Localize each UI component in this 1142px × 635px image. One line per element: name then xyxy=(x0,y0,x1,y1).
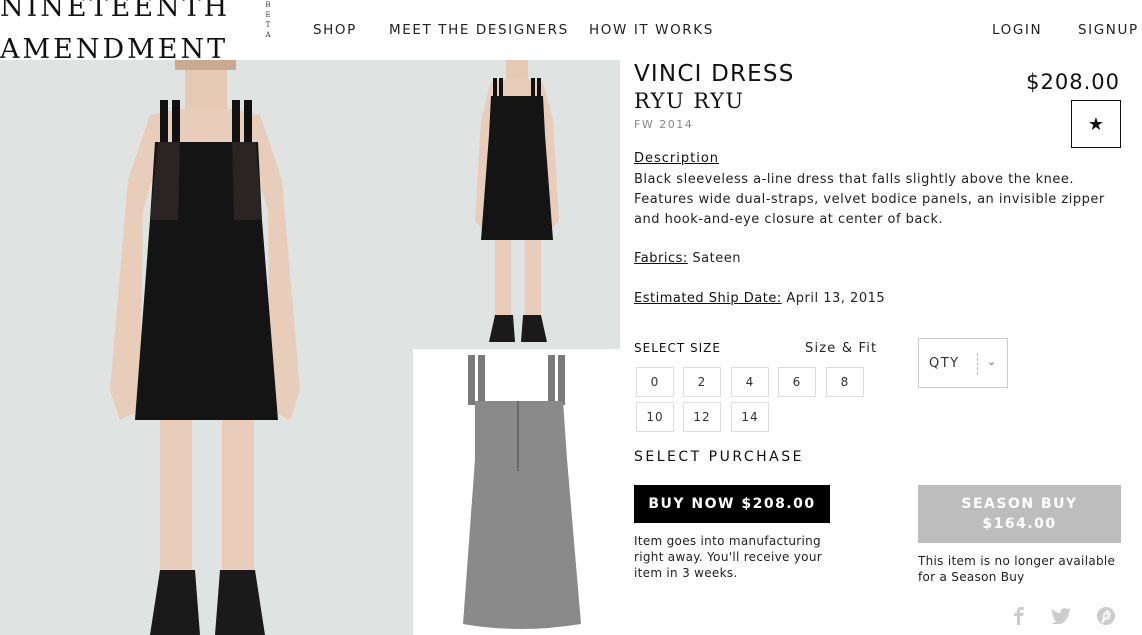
select-size-label: SELECT SIZE xyxy=(634,341,721,355)
star-icon: ★ xyxy=(1087,113,1105,135)
nav-meet-designers[interactable]: MEET THE DESIGNERS xyxy=(389,22,569,38)
nav-login[interactable]: LOGIN xyxy=(992,22,1042,38)
buy-now-note: Item goes into manufacturing right away.… xyxy=(634,534,822,580)
qty-select[interactable]: QTY ⌄ xyxy=(918,338,1008,388)
brand-logo[interactable]: NINETEENTH AMENDMENT BETA xyxy=(0,0,272,60)
facebook-icon[interactable] xyxy=(1009,606,1029,626)
product-price: $208.00 xyxy=(1026,70,1120,94)
size-option-14[interactable]: 14 xyxy=(731,402,769,432)
nav-signup[interactable]: SIGNUP xyxy=(1078,22,1139,38)
qty-label: QTY xyxy=(929,355,960,371)
nav-login-link[interactable]: LOGIN xyxy=(992,22,1042,38)
size-option-2[interactable]: 2 xyxy=(683,367,721,397)
dress-back-view xyxy=(463,355,581,629)
brand-logo-line2: AMENDMENT xyxy=(0,34,229,60)
fabrics-value: Sateen xyxy=(692,251,741,266)
nav-how-link[interactable]: HOW IT WORKS xyxy=(589,22,714,38)
beta-badge: BETA xyxy=(265,1,271,39)
product-designer[interactable]: RYU RYU xyxy=(634,89,745,113)
nav-designers-link[interactable]: MEET THE DESIGNERS xyxy=(389,22,569,38)
brand-logo-line1: NINETEENTH xyxy=(0,0,231,23)
favorite-button[interactable]: ★ xyxy=(1071,100,1121,148)
qty-divider xyxy=(977,353,978,375)
season-buy-label: SEASON BUY xyxy=(961,496,1078,512)
product-image-main[interactable] xyxy=(0,60,413,635)
product-image-front[interactable] xyxy=(413,60,620,349)
season-buy-button[interactable]: SEASON BUY $164.00 xyxy=(918,485,1121,543)
description-text: Black sleeveless a-line dress that falls… xyxy=(634,172,1105,227)
ship-date-label: Estimated Ship Date: xyxy=(634,291,782,306)
size-option-4[interactable]: 4 xyxy=(731,367,769,397)
product-image-back[interactable] xyxy=(413,349,620,635)
nav-how-it-works[interactable]: HOW IT WORKS xyxy=(589,22,714,38)
description-heading: Description xyxy=(634,151,720,166)
pinterest-icon[interactable] xyxy=(1096,606,1116,626)
ship-date-value: April 13, 2015 xyxy=(786,291,886,306)
product-title: VINCI DRESS xyxy=(634,61,795,87)
size-option-0[interactable]: 0 xyxy=(636,367,674,397)
select-purchase-label: SELECT PURCHASE xyxy=(634,449,804,465)
chevron-down-icon: ⌄ xyxy=(987,355,998,368)
season-buy-price: $164.00 xyxy=(982,516,1057,532)
size-option-8[interactable]: 8 xyxy=(826,367,864,397)
season-buy-note: This item is no longer available for a S… xyxy=(918,554,1116,584)
fabrics-label: Fabrics: xyxy=(634,251,688,266)
nav-shop[interactable]: SHOP xyxy=(313,22,357,38)
size-option-6[interactable]: 6 xyxy=(778,367,816,397)
size-fit-link[interactable]: Size & Fit xyxy=(805,341,877,356)
product-season: FW 2014 xyxy=(634,118,694,131)
nav-shop-link[interactable]: SHOP xyxy=(313,22,357,38)
model-front-thumbnail xyxy=(475,60,559,342)
fabrics-row: Fabrics: Sateen xyxy=(634,251,741,266)
model-illustration xyxy=(110,60,300,635)
nav-signup-link[interactable]: SIGNUP xyxy=(1078,22,1139,38)
size-option-12[interactable]: 12 xyxy=(683,402,721,432)
twitter-icon[interactable] xyxy=(1051,606,1071,626)
buy-now-button[interactable]: BUY NOW $208.00 xyxy=(634,485,830,523)
size-option-10[interactable]: 10 xyxy=(636,402,674,432)
ship-date-row: Estimated Ship Date: April 13, 2015 xyxy=(634,291,885,306)
